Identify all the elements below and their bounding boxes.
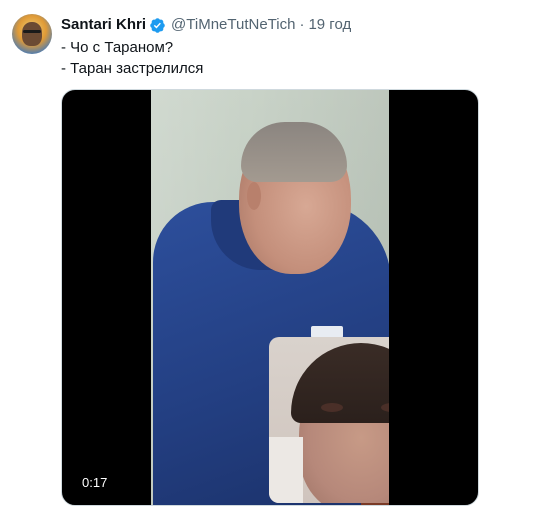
video-player[interactable]: 0:17 — [61, 89, 479, 506]
tweet: Santari Khri @TiMneTutNeTich · 19 год - … — [0, 0, 542, 515]
overlay-eye — [321, 403, 343, 412]
tweet-text-line: - Таран застрелился — [61, 60, 204, 77]
video-frame — [151, 90, 389, 505]
overlay-hair — [291, 343, 389, 423]
avatar-face — [22, 22, 42, 46]
separator-dot: · — [299, 16, 305, 33]
overlay-scarf — [269, 437, 303, 503]
author-name[interactable]: Santari Khri — [61, 15, 146, 35]
tweet-text-line: - Чо с Тараном? — [61, 39, 174, 56]
author-handle[interactable]: @TiMneTutNeTich — [171, 15, 295, 35]
verified-badge-icon — [149, 17, 166, 34]
avatar[interactable] — [12, 14, 52, 54]
video-call-overlay — [269, 337, 389, 503]
avatar-sunglasses — [23, 30, 41, 33]
video-person-ear — [247, 182, 261, 210]
tweet-text: - Чо с Тараном? - Таран застрелился — [61, 37, 203, 79]
tweet-header: Santari Khri @TiMneTutNeTich · 19 год — [61, 15, 351, 35]
video-duration: 0:17 — [76, 473, 114, 493]
tweet-timestamp[interactable]: 19 год — [308, 15, 351, 35]
